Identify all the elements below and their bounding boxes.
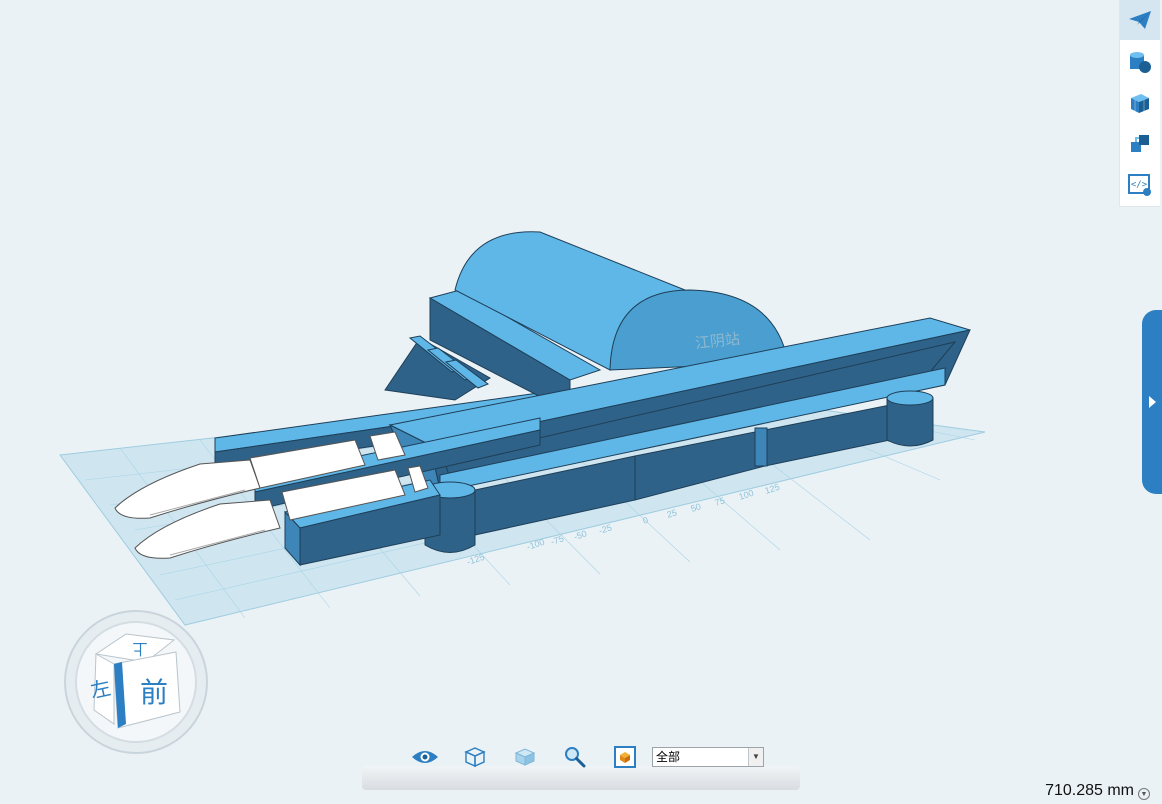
cube-face-front: 前 bbox=[140, 676, 168, 709]
wireframe-view-button[interactable] bbox=[450, 740, 500, 774]
view-cube-graphic: 上 左 前 bbox=[75, 621, 197, 743]
filter-select[interactable]: 全部 ▼ bbox=[652, 747, 764, 767]
solid-cube-icon bbox=[514, 748, 536, 766]
wireframe-cube-icon bbox=[464, 747, 486, 768]
grid-label: 25 bbox=[666, 507, 679, 520]
side-panel-toggle[interactable] bbox=[1142, 310, 1162, 494]
texture-button[interactable] bbox=[1120, 83, 1160, 123]
chevron-down-icon: ▼ bbox=[748, 748, 763, 766]
chevron-right-icon bbox=[1149, 396, 1156, 408]
station-model[interactable]: 江阴站 bbox=[114, 231, 971, 567]
stack-button[interactable] bbox=[1120, 124, 1160, 164]
cube-texture-icon bbox=[1131, 94, 1149, 113]
visibility-button[interactable] bbox=[400, 740, 450, 774]
shapes-button[interactable] bbox=[1120, 42, 1160, 82]
shapes-icon bbox=[1130, 52, 1151, 73]
grid-label: 0 bbox=[642, 515, 650, 526]
bottom-toolbar: 全部 ▼ bbox=[400, 740, 764, 774]
cube-face-top: 上 bbox=[132, 640, 147, 658]
code-icon: </> bbox=[1128, 174, 1151, 196]
send-button[interactable] bbox=[1120, 0, 1160, 40]
eye-icon bbox=[412, 751, 438, 763]
unit-dropdown-icon[interactable]: ▼ bbox=[1138, 788, 1150, 800]
zoom-icon bbox=[565, 747, 586, 768]
send-icon bbox=[1129, 11, 1151, 29]
filter-select-value: 全部 bbox=[656, 750, 681, 764]
fit-view-icon bbox=[614, 746, 636, 768]
fit-view-button[interactable] bbox=[600, 740, 650, 774]
stack-icon bbox=[1131, 135, 1149, 152]
zoom-button[interactable] bbox=[550, 740, 600, 774]
grid-label: 50 bbox=[690, 501, 703, 514]
grid-label: 75 bbox=[714, 495, 727, 508]
right-toolbar: </> bbox=[1119, 0, 1160, 207]
view-cube[interactable]: 上 左 前 bbox=[64, 610, 208, 754]
code-button[interactable]: </> bbox=[1120, 165, 1160, 205]
solid-view-button[interactable] bbox=[500, 740, 550, 774]
dimension-readout: 710.285 mm bbox=[1045, 782, 1134, 799]
